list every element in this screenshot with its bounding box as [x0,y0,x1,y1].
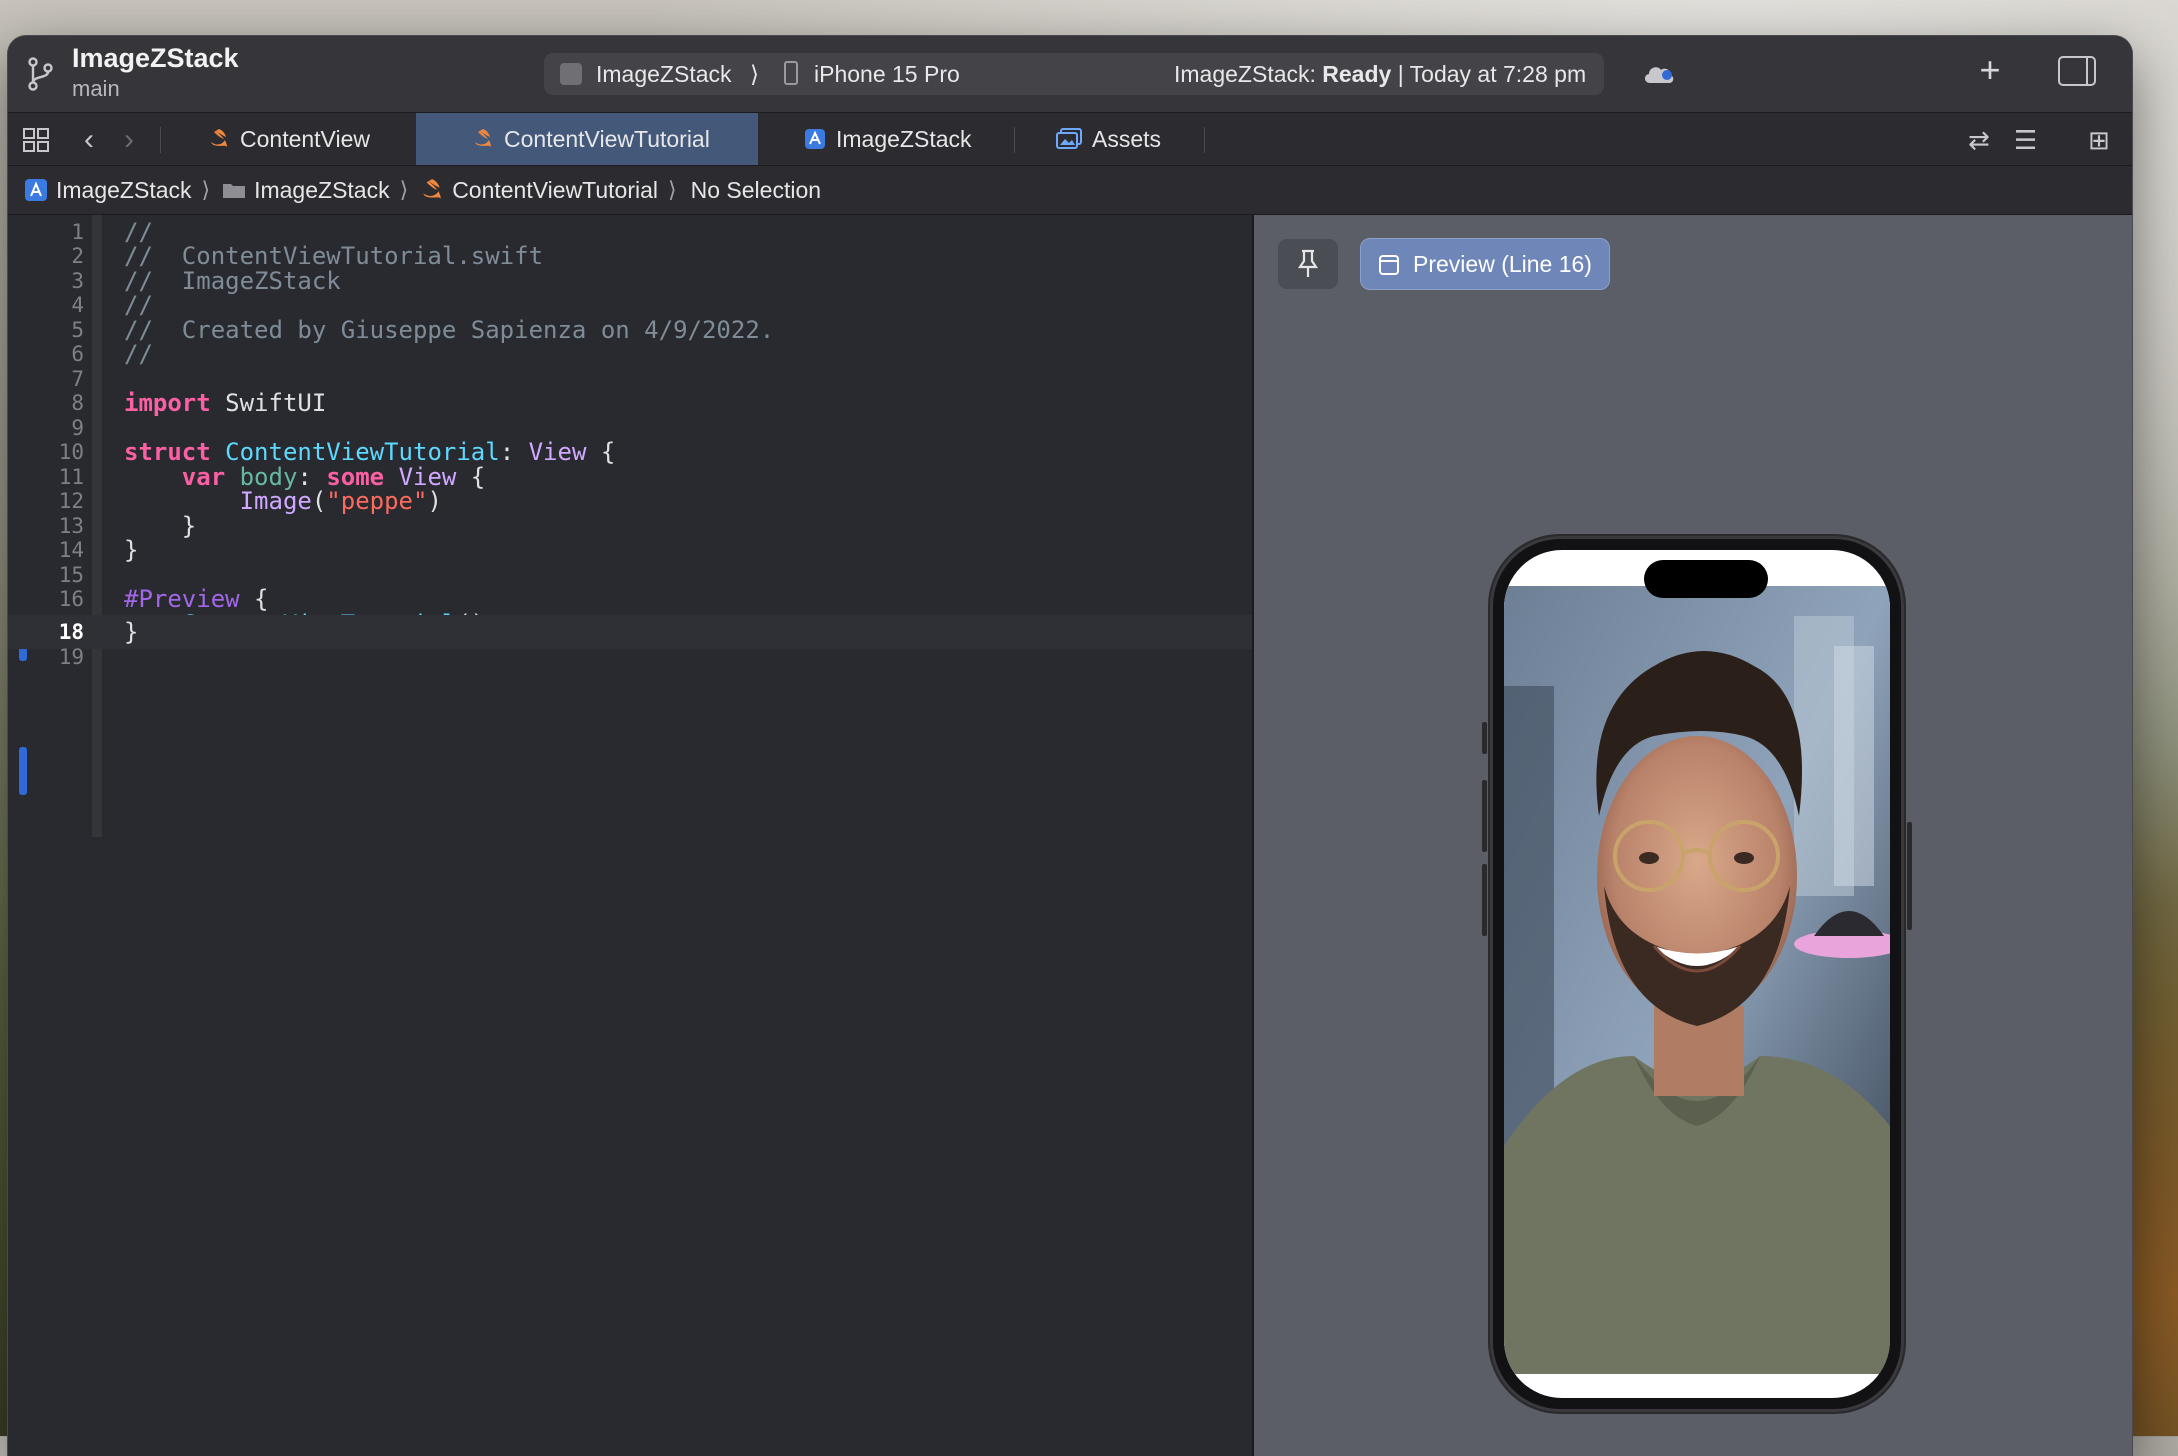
cloud-sync-icon[interactable] [1642,59,1676,87]
breadcrumb-file[interactable]: ContentViewTutorial [452,177,658,204]
preview-selector-button[interactable]: Preview (Line 16) [1360,238,1610,290]
tab-contentviewtutorial[interactable]: ContentViewTutorial [416,113,758,165]
preview-window-icon [1379,255,1399,275]
swift-file-icon [423,179,441,199]
source-change-marker[interactable] [19,747,27,795]
window-toolbar: ImageZStack main ImageZStack ⟩ iPhone 15… [8,36,2132,113]
status-prefix: ImageZStack: [1174,61,1323,87]
breadcrumb-folder[interactable]: ImageZStack [254,177,390,204]
breadcrumb-separator: ⟩ [201,177,211,202]
phone-screen[interactable] [1504,550,1890,1398]
swap-editors-icon[interactable]: ⇄ [1968,125,1990,156]
side-power-button [1907,822,1912,930]
activity-status-bar: ImageZStack ⟩ iPhone 15 Pro ImageZStack:… [544,53,1604,95]
status-state: Ready [1322,61,1392,87]
iphone-preview-device [1482,536,1912,1412]
status-timestamp: | Today at 7:28 pm [1391,61,1587,87]
branch-name[interactable]: main [72,76,120,102]
tab-divider [160,127,161,153]
tab-divider [1204,127,1205,153]
breadcrumb-separator: ⟩ [399,177,409,202]
project-icon [25,179,47,201]
scheme-separator: ⟩ [750,61,759,87]
swift-file-icon [475,129,491,147]
related-items-grid-icon[interactable] [22,127,50,153]
add-editor-icon[interactable]: ⊞ [2088,125,2110,156]
add-library-button[interactable]: + [1970,50,2010,90]
pin-icon [1297,249,1319,277]
action-button [1482,722,1487,754]
volume-down-button [1482,864,1487,936]
breadcrumb-project[interactable]: ImageZStack [56,177,192,204]
project-title[interactable]: ImageZStack [72,43,239,74]
source-editor[interactable]: 1 // 2 // ContentViewTutorial.swift 3 //… [8,215,1252,1456]
breadcrumb-separator: ⟩ [668,177,677,202]
tab-label: ContentView [240,125,370,152]
tab-label: ImageZStack [836,125,972,152]
navigate-back-icon[interactable]: ‹ [84,123,94,157]
scheme-selector[interactable]: ImageZStack [596,61,732,88]
scheme-app-icon [560,63,582,85]
swift-file-icon [211,129,227,147]
app-target-icon [805,129,825,149]
tab-label: Assets [1092,125,1162,152]
tab-imagezstack[interactable]: ImageZStack [804,113,1014,165]
dynamic-island [1644,560,1768,598]
line-number: 19 [58,645,84,669]
tab-divider [1014,127,1015,153]
editor-options-icon[interactable]: ☰ [2014,125,2037,156]
jump-bar-breadcrumb: ImageZStack ⟩ ImageZStack ⟩ ContentViewT… [8,166,2132,215]
volume-up-button [1482,780,1487,852]
editor-tab-bar: ‹ › ContentView ContentViewTutorial Imag… [8,113,2132,166]
source-control-branch-icon[interactable] [24,54,56,94]
pin-preview-button[interactable] [1278,239,1338,289]
build-status-text: ImageZStack: Ready | Today at 7:28 pm [1174,61,1586,88]
tab-contentview[interactable]: ContentView [208,113,416,165]
breadcrumb-selection[interactable]: No Selection [691,177,821,204]
iphone-device-icon [784,61,798,85]
preview-label: Preview (Line 16) [1413,251,1592,277]
folder-icon [223,184,246,198]
navigate-forward-icon[interactable]: › [124,123,134,157]
xcode-window: ImageZStack main ImageZStack ⟩ iPhone 15… [8,36,2132,1456]
tab-assets[interactable]: Assets [1056,113,1206,165]
portrait-photo-image [1504,586,1890,1386]
preview-canvas: Preview (Line 16) [1254,215,2132,1456]
run-destination-selector[interactable]: iPhone 15 Pro [814,61,960,88]
code-line: 19 [8,640,1252,674]
asset-catalog-icon [1056,128,1082,149]
tab-label: ContentViewTutorial [504,125,710,152]
inspector-toggle-icon[interactable] [2058,56,2096,86]
